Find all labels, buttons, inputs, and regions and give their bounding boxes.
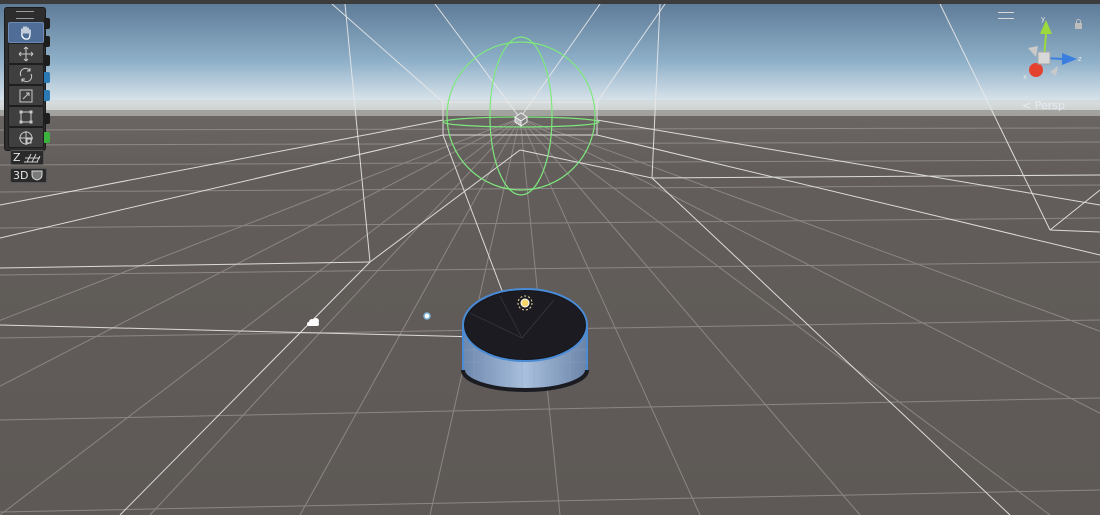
panel-tab[interactable] [44, 55, 50, 66]
transform-icon [19, 130, 33, 145]
rect-tool-button[interactable] [8, 106, 44, 127]
rect-transform-icon [19, 110, 33, 123]
sky [0, 0, 1100, 112]
panel-tab[interactable] [44, 90, 50, 101]
svg-text:y: y [1041, 15, 1045, 23]
panel-tab[interactable] [44, 113, 50, 124]
scene-viewport[interactable]: y x z Z 3D < Persp [0, 0, 1100, 515]
lock-icon[interactable] [1074, 19, 1083, 29]
panel-tab[interactable] [44, 72, 50, 83]
scale-tool-button[interactable] [8, 85, 44, 106]
scene-canvas[interactable]: y x z [0, 0, 1100, 515]
rotate-tool-button[interactable] [8, 64, 44, 85]
move-arrows-icon [18, 46, 34, 61]
z-label: Z [13, 151, 21, 164]
gizmo-x-arrow [1029, 63, 1043, 77]
panel-tab[interactable] [44, 18, 50, 29]
svg-text:x: x [1023, 73, 1027, 81]
move-tool-button[interactable] [8, 43, 44, 64]
scene-menu-icon[interactable] [998, 12, 1014, 19]
transform-tool-button[interactable] [8, 127, 44, 148]
3d-label: 3D [13, 169, 29, 182]
rotate-icon [19, 67, 33, 82]
3d-view-toggle[interactable]: 3D [10, 168, 48, 183]
grid-icon [23, 153, 40, 162]
scale-icon [19, 89, 33, 102]
palette-grip-icon[interactable] [16, 11, 34, 19]
projection-label[interactable]: < Persp [1022, 99, 1065, 112]
hand-tool-button[interactable] [8, 22, 44, 43]
point-light-icon[interactable] [423, 312, 431, 320]
tool-palette[interactable] [4, 7, 46, 151]
panel-tab[interactable] [44, 132, 50, 143]
panel-tab[interactable] [44, 36, 50, 47]
hand-icon [21, 25, 31, 40]
svg-text:z: z [1078, 55, 1082, 63]
window-top-bar [0, 0, 1100, 4]
shield-icon [31, 170, 43, 181]
z-axis-toggle[interactable]: Z [10, 150, 44, 165]
